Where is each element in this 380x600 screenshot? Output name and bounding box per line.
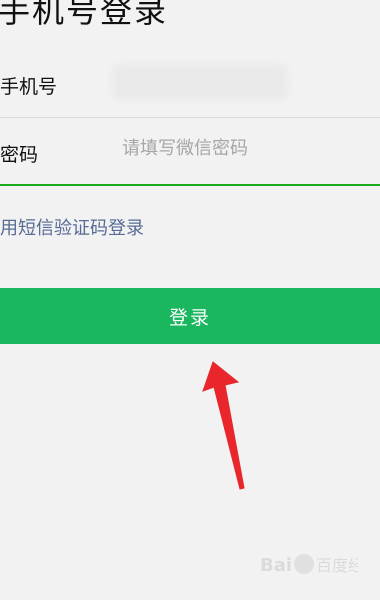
svg-text:Bai: Bai — [260, 555, 292, 576]
svg-text:百度经验: 百度经验 — [316, 556, 358, 575]
annotation-arrow — [202, 361, 245, 490]
baidu-jingyan-watermark: Bai 百度经验 — [260, 554, 358, 576]
